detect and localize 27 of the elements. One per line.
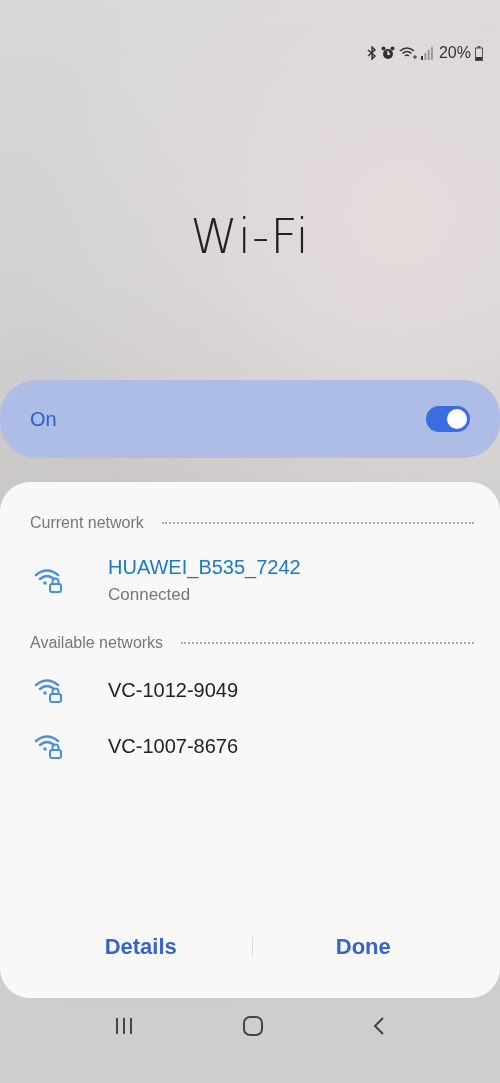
back-icon[interactable] (373, 1017, 385, 1035)
wifi-lock-icon (34, 677, 64, 703)
battery-percent: 20% (438, 44, 471, 62)
wifi-lock-icon (34, 733, 64, 759)
recent-apps-icon[interactable] (115, 1018, 133, 1034)
network-status: Connected (108, 584, 192, 605)
network-item[interactable]: VC-1007-8676 (30, 718, 474, 774)
signal-icon (420, 46, 433, 60)
network-name: VC-1007-8676 (108, 734, 239, 758)
network-name: VC-1012-9049 (108, 678, 239, 702)
battery-icon (475, 45, 483, 61)
dialog-button[interactable]: Done (252, 928, 474, 966)
toggle-switch[interactable] (426, 406, 470, 432)
wifi-lock-icon (34, 567, 64, 593)
section-heading: Current network (30, 514, 144, 532)
wifi-icon (398, 46, 417, 60)
section-heading: Available networks (30, 634, 164, 652)
wifi-toggle-bar[interactable]: On (0, 380, 500, 458)
network-item[interactable]: VC-1012-9049 (30, 662, 474, 718)
network-item[interactable]: HUAWEI_B535_7242 Connected (30, 542, 474, 618)
alarm-icon (380, 46, 395, 60)
network-name: HUAWEI_B535_7242 (108, 555, 301, 579)
bluetooth-icon (366, 46, 377, 60)
toggle-label: On (30, 407, 57, 431)
dialog-button[interactable]: Details (30, 928, 252, 966)
home-icon[interactable] (243, 1016, 263, 1036)
screen-title: Wi‑Fi (190, 208, 310, 266)
